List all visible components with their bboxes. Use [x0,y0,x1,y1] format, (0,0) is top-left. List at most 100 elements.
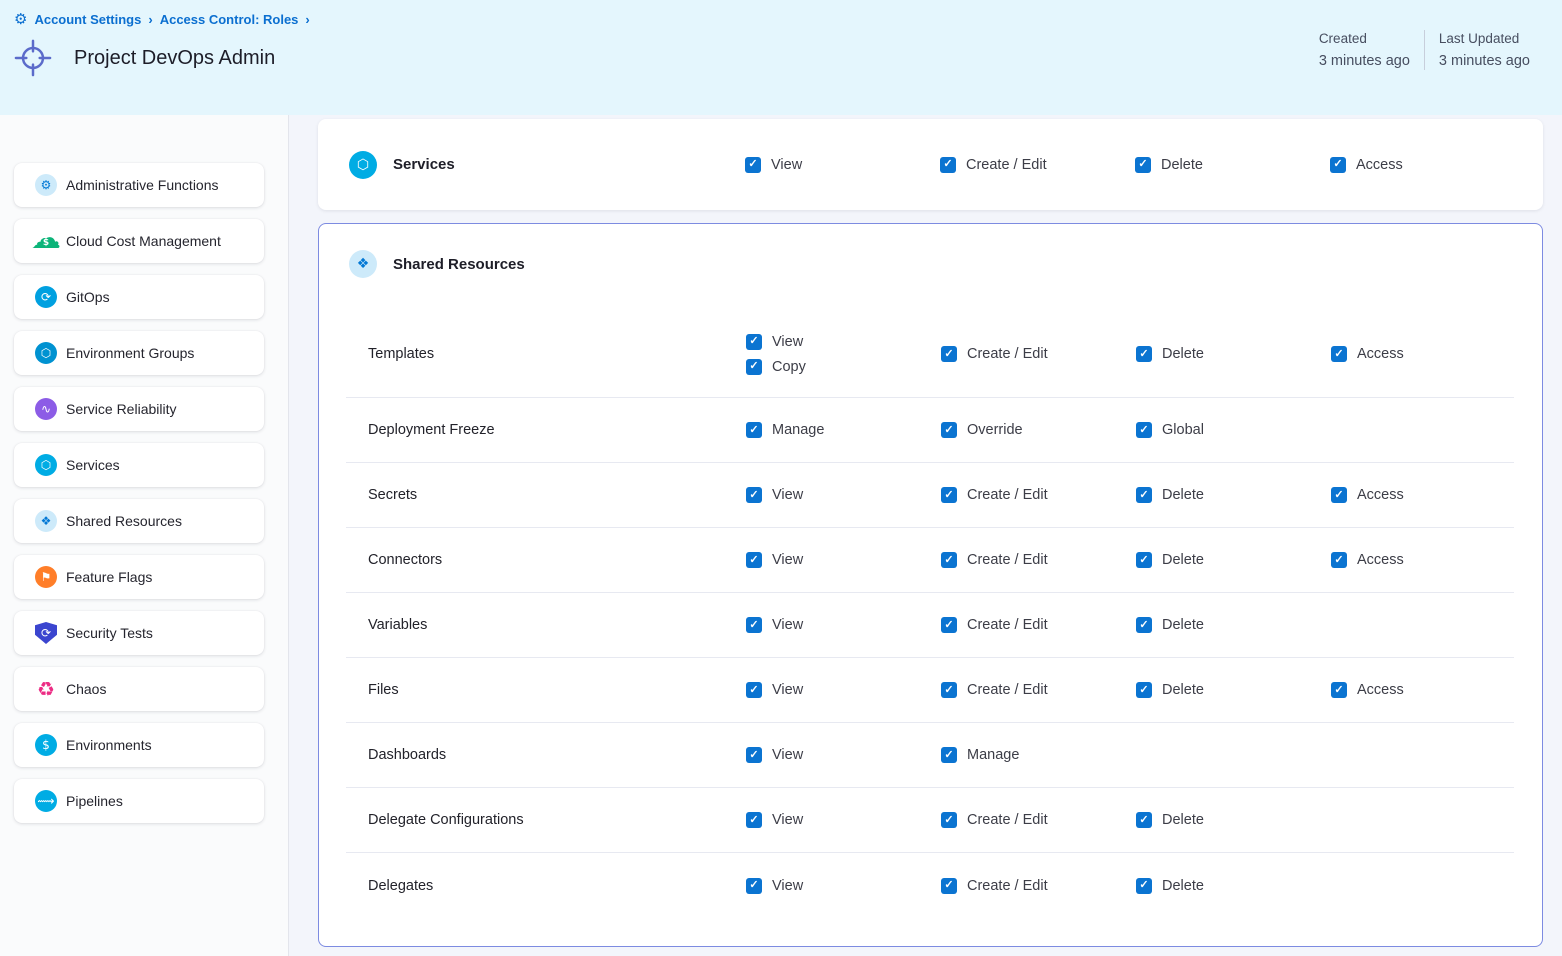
permission-cell: Manage [746,422,941,438]
checkbox-view [746,552,762,568]
sidebar-item-cloud-cost-management[interactable]: ☁$ Cloud Cost Management [14,219,264,263]
checkbox-create-edit [941,617,957,633]
permission-view[interactable]: View [746,487,803,503]
permission-manage[interactable]: Manage [941,747,1019,763]
resource-label: Delegate Configurations [346,812,746,828]
sidebar-item-security-tests[interactable]: ⟳ Security Tests [14,611,264,655]
permission-cell: Create / Edit [941,487,1136,503]
permission-delete[interactable]: Delete [1136,878,1204,894]
permission-manage[interactable]: Manage [746,422,824,438]
checkbox-access [1331,552,1347,568]
permission-create-edit[interactable]: Create / Edit [941,552,1048,568]
resource-label: Dashboards [346,747,746,763]
permission-delete[interactable]: Delete [1135,157,1203,173]
permission-cell: Manage [941,747,1136,763]
permission-create-edit[interactable]: Create / Edit [941,617,1048,633]
checkbox-access [1331,487,1347,503]
permission-cell: Delete [1136,552,1331,568]
resource-label: Deployment Freeze [346,422,746,438]
resource-row-variables: Variables View Create / Edit Delete [346,593,1514,658]
last-updated-value: 3 minutes ago [1439,50,1530,72]
created-block: Created 3 minutes ago [1305,28,1424,72]
sidebar-item-services[interactable]: ⬡ Services [14,443,264,487]
permission-cell: Access [1331,552,1514,568]
permission-view[interactable]: View [746,878,803,894]
created-label: Created [1319,28,1410,50]
checkbox-view [745,157,761,173]
shared-resources-section-icon: ❖ [349,250,377,278]
cloud-cost-management-icon: ☁$ [35,230,57,252]
services-permission-cell: Access [1330,157,1543,173]
last-updated-label: Last Updated [1439,28,1530,50]
permission-access[interactable]: Access [1331,682,1404,698]
checkbox-create-edit [941,487,957,503]
permission-create-edit[interactable]: Create / Edit [940,157,1047,173]
permission-access[interactable]: Access [1330,157,1403,173]
permission-view[interactable]: View [746,747,803,763]
sidebar-item-pipelines[interactable]: ⟿ Pipelines [14,779,264,823]
checkbox-delete [1136,812,1152,828]
sidebar-item-gitops[interactable]: ⟳ GitOps [14,275,264,319]
permission-create-edit[interactable]: Create / Edit [941,682,1048,698]
permission-access[interactable]: Access [1331,346,1404,362]
environments-icon: $ [35,734,57,756]
permission-access[interactable]: Access [1331,487,1404,503]
permission-create-edit[interactable]: Create / Edit [941,487,1048,503]
permission-delete[interactable]: Delete [1136,617,1204,633]
resource-row-files: Files View Create / Edit Delete Access [346,658,1514,723]
resource-row-templates: Templates View Copy Create / Edit Delete… [346,311,1514,398]
sidebar-item-service-reliability[interactable]: ∿ Service Reliability [14,387,264,431]
shared-resources-rows: Templates View Copy Create / Edit Delete… [346,311,1514,918]
sidebar-item-environment-groups[interactable]: ⬡ Environment Groups [14,331,264,375]
shared-resources-icon: ❖ [35,510,57,532]
breadcrumb-account-settings[interactable]: Account Settings [34,12,141,27]
shared-resources-section-title: Shared Resources [393,256,525,273]
permission-cell: Create / Edit [941,617,1136,633]
breadcrumb-access-control-roles[interactable]: Access Control: Roles [160,12,299,27]
permission-cell: Create / Edit [941,812,1136,828]
permission-view[interactable]: View [746,617,803,633]
role-meta: Created 3 minutes ago Last Updated 3 min… [1305,28,1544,72]
permission-copy[interactable]: Copy [746,359,806,375]
permission-delete[interactable]: Delete [1136,487,1204,503]
services-section-title: Services [393,156,455,173]
permission-cell: Create / Edit [941,878,1136,894]
permission-create-edit[interactable]: Create / Edit [941,878,1048,894]
permission-cell: View [746,812,941,828]
permission-cell: Create / Edit [941,552,1136,568]
permission-cell: Delete [1136,878,1331,894]
permission-create-edit[interactable]: Create / Edit [941,812,1048,828]
role-crosshair-icon [14,39,52,77]
resource-label: Files [346,682,746,698]
permission-delete[interactable]: Delete [1136,812,1204,828]
permission-delete[interactable]: Delete [1136,682,1204,698]
permission-delete[interactable]: Delete [1136,346,1204,362]
sidebar-item-chaos[interactable]: ♻ Chaos [14,667,264,711]
chaos-icon: ♻ [35,678,57,700]
sidebar-item-feature-flags[interactable]: ⚑ Feature Flags [14,555,264,599]
checkbox-view [746,487,762,503]
checkbox-view [746,682,762,698]
permission-view[interactable]: View [746,552,803,568]
permission-create-edit[interactable]: Create / Edit [941,346,1048,362]
checkbox-delete [1136,346,1152,362]
permission-cell: Delete [1136,682,1331,698]
permission-view[interactable]: View [746,682,803,698]
checkbox-view [746,812,762,828]
resource-label: Secrets [346,487,746,503]
services-permission-cell: Create / Edit [940,157,1135,173]
permission-delete[interactable]: Delete [1136,552,1204,568]
permission-view[interactable]: View [746,812,803,828]
permission-global[interactable]: Global [1136,422,1204,438]
sidebar-item-shared-resources[interactable]: ❖ Shared Resources [14,499,264,543]
sidebar-item-environments[interactable]: $ Environments [14,723,264,767]
permission-view[interactable]: View [746,334,803,350]
permission-override[interactable]: Override [941,422,1023,438]
administrative-functions-icon: ⚙ [35,174,57,196]
permission-access[interactable]: Access [1331,552,1404,568]
permission-view[interactable]: View [745,157,802,173]
pipelines-icon: ⟿ [35,790,57,812]
breadcrumb: ⚙ Account Settings › Access Control: Rol… [14,12,1544,27]
permission-cell: View [746,878,941,894]
sidebar-item-administrative-functions[interactable]: ⚙ Administrative Functions [14,163,264,207]
